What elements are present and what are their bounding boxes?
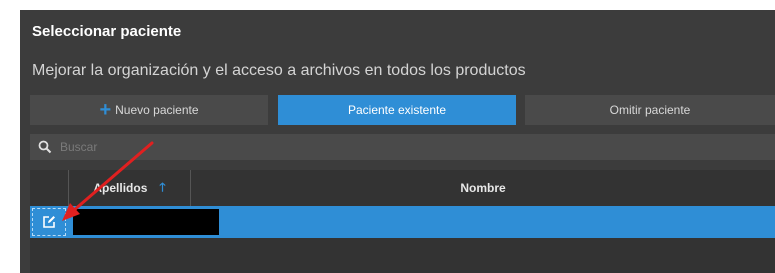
existing-patient-label: Paciente existente: [347, 103, 447, 117]
redacted-apellidos-cell: [73, 209, 219, 235]
dialog-subtitle: Mejorar la organización y el acceso a ar…: [32, 62, 526, 79]
table-header: Apellidos 🡑 Nombre: [30, 170, 775, 206]
select-patient-panel: Seleccionar paciente Mejorar la organiza…: [20, 10, 775, 273]
column-header-nombre-label: Nombre: [460, 181, 506, 195]
search-input[interactable]: [58, 139, 702, 155]
skip-patient-label: Omitir paciente: [609, 103, 691, 117]
edit-button[interactable]: [32, 208, 66, 236]
plus-icon: +: [99, 99, 112, 121]
column-header-nombre[interactable]: Nombre: [191, 170, 775, 206]
new-patient-button[interactable]: + Nuevo paciente: [30, 95, 268, 125]
table-empty-area: [30, 238, 775, 273]
edit-column-header: [30, 170, 69, 206]
existing-patient-button[interactable]: Paciente existente: [278, 95, 516, 125]
column-header-apellidos[interactable]: Apellidos 🡑: [69, 170, 191, 206]
edit-icon: [43, 216, 55, 228]
search-icon: [38, 140, 52, 154]
search-bar: [30, 134, 775, 160]
column-header-apellidos-label: Apellidos: [93, 181, 148, 195]
new-patient-label: Nuevo paciente: [115, 103, 199, 117]
table-row[interactable]: [30, 206, 775, 238]
sort-up-arrow-icon: 🡑: [159, 179, 166, 194]
dialog-title: Seleccionar paciente: [32, 23, 182, 40]
skip-patient-button[interactable]: Omitir paciente: [525, 95, 775, 125]
